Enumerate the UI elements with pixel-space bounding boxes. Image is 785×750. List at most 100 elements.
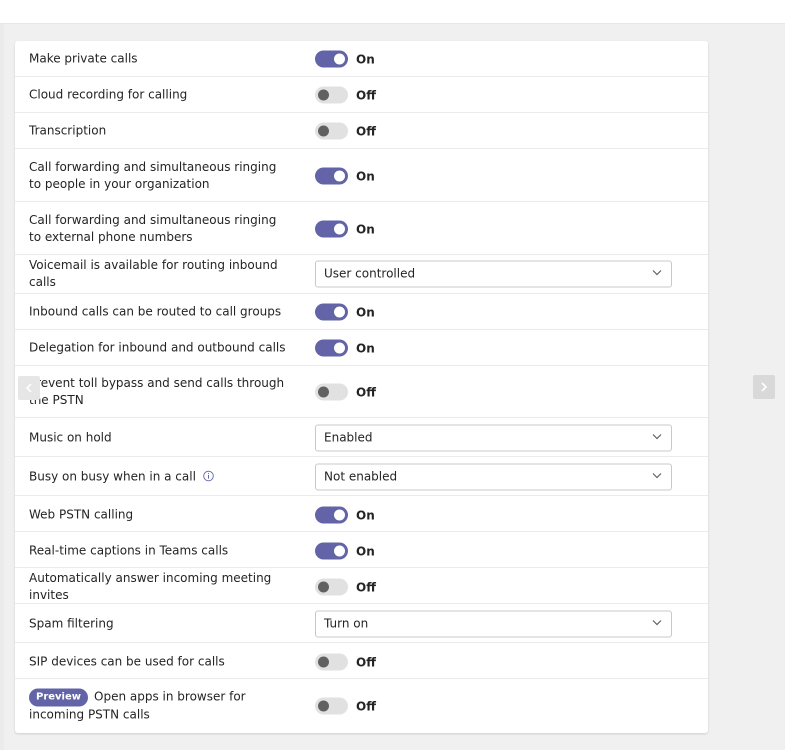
setting-row-open-apps-browser: Preview Open apps in browser for incoming…	[15, 679, 708, 733]
toggle-knob	[318, 386, 329, 398]
toggle-state-label: On	[356, 341, 375, 355]
voicemail-dropdown-wrapper: User controlled	[315, 260, 672, 288]
toggle-state-label: On	[356, 544, 375, 558]
transcription-toggle[interactable]: Off	[315, 122, 376, 140]
sip-devices-toggle[interactable]: Off	[315, 653, 376, 671]
toggle-switch[interactable]	[315, 167, 348, 185]
toggle-state-label: On	[356, 169, 375, 183]
toggle-knob	[318, 125, 329, 137]
dropdown-value: Enabled	[324, 430, 373, 445]
dropdown-value: Not enabled	[324, 469, 398, 484]
busy-on-busy-dropdown-wrapper: Not enabled	[315, 463, 672, 491]
music-on-hold-dropdown[interactable]: Enabled	[315, 424, 672, 452]
toggle-knob	[318, 656, 329, 668]
chevron-down-icon	[652, 270, 662, 276]
setting-row-transcription: Transcription Off	[15, 113, 708, 149]
toggle-knob	[334, 223, 345, 235]
setting-label: Transcription	[29, 123, 107, 138]
toggle-switch[interactable]	[315, 506, 348, 524]
calling-policy-panel: Make private calls On Cloud recording fo…	[15, 41, 708, 733]
setting-label: Busy on busy when in a call	[29, 469, 196, 484]
setting-row-real-time-captions: Real-time captions in Teams calls On	[15, 532, 708, 568]
toggle-switch[interactable]	[315, 86, 348, 104]
toll-bypass-toggle[interactable]: Off	[315, 383, 376, 401]
setting-row-toll-bypass: Prevent toll bypass and send calls throu…	[15, 366, 708, 418]
spam-filtering-dropdown-wrapper: Turn on	[315, 610, 672, 638]
web-pstn-toggle[interactable]: On	[315, 506, 375, 524]
setting-label: SIP devices can be used for calls	[29, 654, 225, 669]
setting-row-call-forwarding-internal: Call forwarding and simultaneous ringing…	[15, 149, 708, 202]
chevron-right-icon	[761, 382, 768, 392]
toggle-knob	[334, 342, 345, 354]
setting-row-spam-filtering: Spam filtering Turn on	[15, 604, 708, 643]
setting-row-call-groups: Inbound calls can be routed to call grou…	[15, 294, 708, 330]
cloud-recording-toggle[interactable]: Off	[315, 86, 376, 104]
real-time-captions-toggle[interactable]: On	[315, 542, 375, 560]
setting-row-make-private-calls: Make private calls On	[15, 41, 708, 77]
toggle-state-label: On	[356, 305, 375, 319]
toggle-state-label: Off	[356, 655, 376, 669]
make-private-calls-toggle[interactable]: On	[315, 50, 375, 68]
toggle-state-label: Off	[356, 88, 376, 102]
toggle-switch[interactable]	[315, 578, 348, 596]
toggle-state-label: Off	[356, 580, 376, 594]
toggle-knob	[334, 545, 345, 557]
toggle-switch[interactable]	[315, 383, 348, 401]
spam-filtering-dropdown[interactable]: Turn on	[315, 610, 672, 638]
toggle-state-label: On	[356, 52, 375, 66]
voicemail-dropdown[interactable]: User controlled	[315, 260, 672, 288]
call-groups-toggle[interactable]: On	[315, 303, 375, 321]
setting-label: Automatically answer incoming meeting in…	[29, 571, 272, 602]
music-on-hold-dropdown-wrapper: Enabled	[315, 424, 672, 452]
dropdown-value: User controlled	[324, 266, 416, 281]
preview-badge: Preview	[29, 688, 89, 707]
toggle-switch[interactable]	[315, 697, 348, 715]
toggle-switch[interactable]	[315, 220, 348, 238]
toggle-switch[interactable]	[315, 542, 348, 560]
info-circle-icon[interactable]	[202, 470, 214, 482]
setting-row-busy-on-busy: Busy on busy when in a call Not enabled	[15, 457, 708, 496]
setting-row-delegation: Delegation for inbound and outbound call…	[15, 330, 708, 366]
setting-row-music-on-hold: Music on hold Enabled	[15, 418, 708, 457]
toggle-knob	[334, 509, 345, 521]
toggle-switch[interactable]	[315, 50, 348, 68]
setting-row-sip-devices: SIP devices can be used for calls Off	[15, 643, 708, 679]
scroll-right-button[interactable]	[753, 375, 775, 399]
chevron-down-icon	[652, 620, 662, 626]
toggle-state-label: Off	[356, 699, 376, 713]
toggle-knob	[318, 700, 329, 712]
toggle-switch[interactable]	[315, 122, 348, 140]
chevron-left-icon	[25, 383, 32, 393]
toggle-knob	[318, 89, 329, 101]
setting-row-web-pstn: Web PSTN calling On	[15, 496, 708, 532]
toggle-knob	[334, 306, 345, 318]
toggle-knob	[334, 170, 345, 182]
chevron-down-icon	[652, 434, 662, 440]
setting-label: Spam filtering	[29, 616, 114, 631]
auto-answer-toggle[interactable]: Off	[315, 578, 376, 596]
call-forwarding-external-toggle[interactable]: On	[315, 220, 375, 238]
call-forwarding-internal-toggle[interactable]: On	[315, 167, 375, 185]
delegation-toggle[interactable]: On	[315, 339, 375, 357]
setting-row-auto-answer: Automatically answer incoming meeting in…	[15, 568, 708, 604]
toggle-knob	[318, 581, 329, 593]
open-apps-browser-toggle[interactable]: Off	[315, 697, 376, 715]
setting-row-call-forwarding-external: Call forwarding and simultaneous ringing…	[15, 202, 708, 255]
setting-label: Delegation for inbound and outbound call…	[29, 340, 286, 355]
toggle-switch[interactable]	[315, 653, 348, 671]
busy-on-busy-dropdown[interactable]: Not enabled	[315, 463, 672, 491]
setting-label: Cloud recording for calling	[29, 87, 188, 102]
setting-label: Inbound calls can be routed to call grou…	[29, 304, 282, 319]
scroll-left-button[interactable]	[18, 376, 40, 400]
setting-label: Voicemail is available for routing inbou…	[29, 258, 278, 289]
dropdown-value: Turn on	[324, 616, 369, 631]
toggle-switch[interactable]	[315, 339, 348, 357]
setting-label-wrapper: Busy on busy when in a call	[29, 469, 291, 486]
setting-label: Make private calls	[29, 51, 138, 66]
toggle-state-label: Off	[356, 124, 376, 138]
top-bar	[0, 0, 785, 24]
setting-label: Prevent toll bypass and send calls throu…	[29, 376, 285, 407]
toggle-state-label: On	[356, 222, 375, 236]
toggle-switch[interactable]	[315, 303, 348, 321]
setting-row-cloud-recording: Cloud recording for calling Off	[15, 77, 708, 113]
